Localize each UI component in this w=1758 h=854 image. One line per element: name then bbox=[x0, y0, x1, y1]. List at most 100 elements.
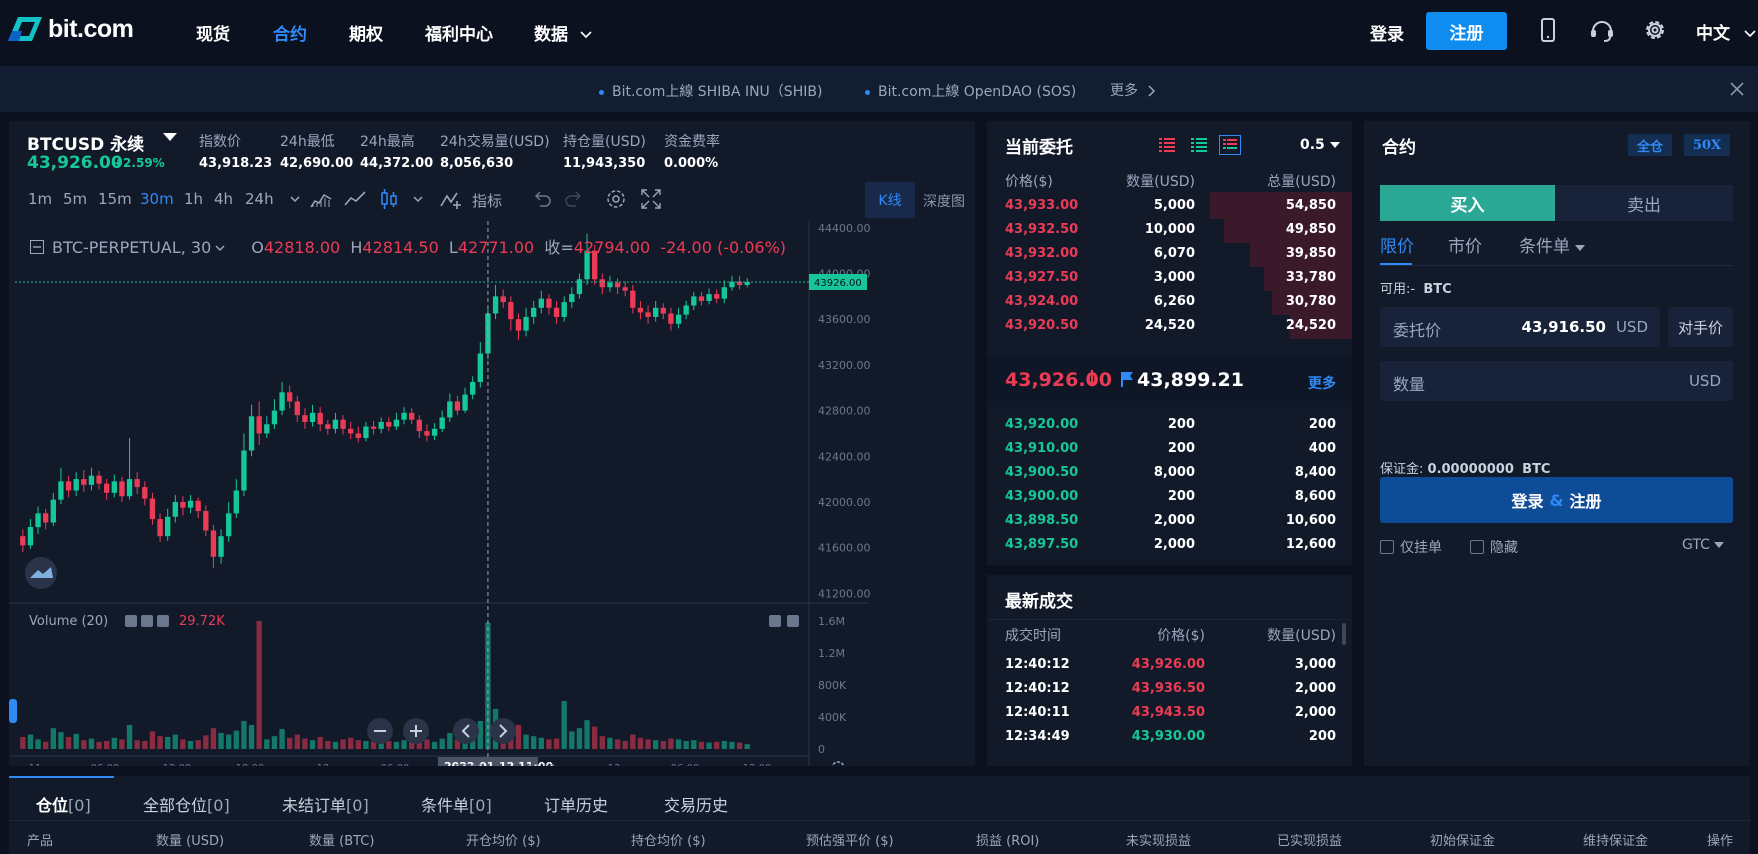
nav-futures[interactable]: 合约 bbox=[273, 20, 307, 45]
arrow-down-icon bbox=[1087, 370, 1097, 387]
support-headset-icon[interactable] bbox=[1588, 16, 1616, 44]
leverage-badge[interactable]: 50X bbox=[1684, 134, 1730, 156]
orderbook-asks-icon[interactable] bbox=[1219, 135, 1241, 155]
gear-icon[interactable] bbox=[1641, 16, 1669, 44]
candle-body bbox=[142, 487, 148, 499]
order-form-title: 合约 bbox=[1382, 138, 1416, 158]
line-chart-icon[interactable] bbox=[343, 187, 367, 211]
order-type-limit[interactable]: 限价 bbox=[1380, 232, 1414, 257]
price-chart[interactable]: 44400.0044000.0043600.0043200.0042800.00… bbox=[9, 221, 975, 766]
depth-view-button[interactable]: 深度图 bbox=[923, 191, 965, 211]
redo-icon[interactable] bbox=[562, 187, 586, 211]
announcement-sos[interactable]: Bit.com上線 OpenDAO (SOS) bbox=[865, 81, 1076, 101]
login-register-button[interactable]: 登录 & 注册 bbox=[1380, 477, 1733, 523]
language-selector[interactable]: 中文 bbox=[1696, 19, 1756, 44]
positions-tab[interactable]: 交易历史 bbox=[664, 792, 728, 816]
buy-tab[interactable]: 买入 bbox=[1380, 185, 1555, 221]
mobile-icon[interactable] bbox=[1534, 16, 1562, 44]
area-chart-icon[interactable] bbox=[309, 187, 333, 211]
orderbook-ask-row[interactable]: 43,932.50 10,000 49,850 bbox=[987, 216, 1352, 243]
trade-qty: 2,000 bbox=[1294, 681, 1336, 696]
chevron-down-icon[interactable] bbox=[283, 187, 307, 211]
login-link[interactable]: 登录 bbox=[1370, 20, 1404, 45]
legend-high-label: H bbox=[350, 238, 363, 257]
stat-24h-high: 24h最高 44,372.00 bbox=[360, 131, 433, 171]
orderbook-ask-row[interactable]: 43,920.50 24,520 24,520 bbox=[987, 312, 1352, 339]
orderbook-more-link[interactable]: 更多 bbox=[1308, 373, 1336, 393]
fullscreen-icon[interactable] bbox=[639, 187, 663, 211]
orderbook-bid-row[interactable]: 43,910.00 200 400 bbox=[987, 435, 1352, 462]
positions-tab[interactable]: 条件单[0] bbox=[421, 792, 492, 816]
kline-view-button[interactable]: K线 bbox=[865, 182, 915, 218]
order-type-conditional[interactable]: 条件单 bbox=[1519, 232, 1586, 257]
positions-tab[interactable]: 仓位[0] bbox=[36, 792, 91, 816]
candle-body bbox=[653, 307, 659, 317]
orderbook-bid-row[interactable]: 43,900.00 200 8,600 bbox=[987, 483, 1352, 510]
quantity-field[interactable]: 数量 USD bbox=[1380, 361, 1733, 401]
orderbook-ask-row[interactable]: 43,924.00 6,260 30,780 bbox=[987, 288, 1352, 315]
volume-bar bbox=[736, 742, 743, 749]
positions-tab[interactable]: 全部仓位[0] bbox=[143, 792, 230, 816]
orderbook-ask-row[interactable]: 43,933.00 5,000 54,850 bbox=[987, 192, 1352, 219]
timeframe-5m[interactable]: 5m bbox=[63, 190, 87, 208]
caret-down-icon[interactable] bbox=[163, 133, 177, 141]
post-only-checkbox[interactable]: 仅挂单 bbox=[1380, 537, 1442, 557]
price-input[interactable]: 43,916.50 bbox=[1522, 318, 1606, 336]
announcement-shib[interactable]: Bit.com上線 SHIBA INU（SHIB) bbox=[599, 81, 822, 101]
sell-tab[interactable]: 卖出 bbox=[1555, 185, 1733, 221]
candle-body bbox=[187, 500, 194, 508]
volume-bar bbox=[73, 733, 79, 749]
timeframe-15m[interactable]: 15m bbox=[98, 190, 132, 208]
time-axis-label: 12:00 bbox=[163, 763, 192, 766]
settings-icon[interactable] bbox=[604, 187, 628, 211]
nav-rewards[interactable]: 福利中心 bbox=[425, 20, 493, 45]
top-nav: bit.com 现货 合约 期权 福利中心 数据 登录 注册 中文 bbox=[0, 0, 1758, 60]
undo-icon[interactable] bbox=[530, 187, 554, 211]
timeframe-1h[interactable]: 1h bbox=[184, 190, 203, 208]
scrollbar[interactable] bbox=[1342, 623, 1346, 645]
nav-options[interactable]: 期权 bbox=[349, 20, 383, 45]
orderbook-bid-row[interactable]: 43,920.00 200 200 bbox=[987, 411, 1352, 438]
orderbook-ask-row[interactable]: 43,932.00 6,070 39,850 bbox=[987, 240, 1352, 267]
trades-header-time: 成交时间 bbox=[1005, 628, 1061, 644]
indicators-button[interactable]: 指标 bbox=[472, 190, 502, 211]
volume-bar bbox=[576, 728, 583, 749]
orderbook-bid-row[interactable]: 43,898.50 2,000 10,600 bbox=[987, 507, 1352, 534]
margin-mode-badge[interactable]: 全仓 bbox=[1628, 134, 1672, 156]
chevron-down-icon bbox=[1744, 30, 1756, 38]
timeframe-30m[interactable]: 30m bbox=[140, 190, 174, 208]
opponent-price-button[interactable]: 对手价 bbox=[1668, 307, 1733, 347]
time-in-force-select[interactable]: GTC bbox=[1682, 537, 1725, 553]
orderbook-bid-row[interactable]: 43,897.50 2,000 12,600 bbox=[987, 531, 1352, 558]
nav-spot[interactable]: 现货 bbox=[196, 20, 230, 45]
announcement-more[interactable]: 更多 bbox=[1110, 80, 1156, 100]
close-icon[interactable] bbox=[1730, 82, 1744, 96]
timeframe-4h[interactable]: 4h bbox=[214, 190, 233, 208]
chevron-down-icon[interactable] bbox=[406, 187, 430, 211]
price-field[interactable]: 委托价 43,916.50 USD bbox=[1380, 307, 1660, 347]
candle-body bbox=[104, 483, 110, 493]
register-button[interactable]: 注册 bbox=[1426, 12, 1507, 50]
indicators-icon[interactable] bbox=[439, 187, 463, 211]
nav-data[interactable]: 数据 bbox=[534, 20, 592, 45]
candle-body bbox=[721, 287, 727, 299]
timeframe-24h[interactable]: 24h bbox=[245, 190, 274, 208]
chevron-down-icon[interactable] bbox=[215, 245, 225, 253]
order-type-market[interactable]: 市价 bbox=[1448, 232, 1482, 257]
positions-tab[interactable]: 订单历史 bbox=[544, 792, 608, 816]
logo[interactable]: bit.com bbox=[8, 14, 134, 44]
orderbook-both-icon[interactable] bbox=[1159, 138, 1175, 152]
positions-tab[interactable]: 未结订单[0] bbox=[282, 792, 369, 816]
orderbook-bids-icon[interactable] bbox=[1191, 138, 1207, 152]
candle-body bbox=[431, 428, 438, 436]
symbol-name[interactable]: BTCUSD 永续 bbox=[27, 130, 144, 155]
tick-size-select[interactable]: 0.5 bbox=[1300, 137, 1340, 153]
chevron-down-icon bbox=[580, 31, 592, 39]
candlestick-icon[interactable] bbox=[377, 187, 401, 211]
orderbook-bid-row[interactable]: 43,900.50 8,000 8,400 bbox=[987, 459, 1352, 486]
timeframe-1m[interactable]: 1m bbox=[28, 190, 52, 208]
orderbook-ask-row[interactable]: 43,927.50 3,000 33,780 bbox=[987, 264, 1352, 291]
hidden-checkbox[interactable]: 隐藏 bbox=[1470, 537, 1518, 557]
collapse-icon[interactable] bbox=[30, 240, 44, 254]
candle-body bbox=[622, 287, 628, 291]
